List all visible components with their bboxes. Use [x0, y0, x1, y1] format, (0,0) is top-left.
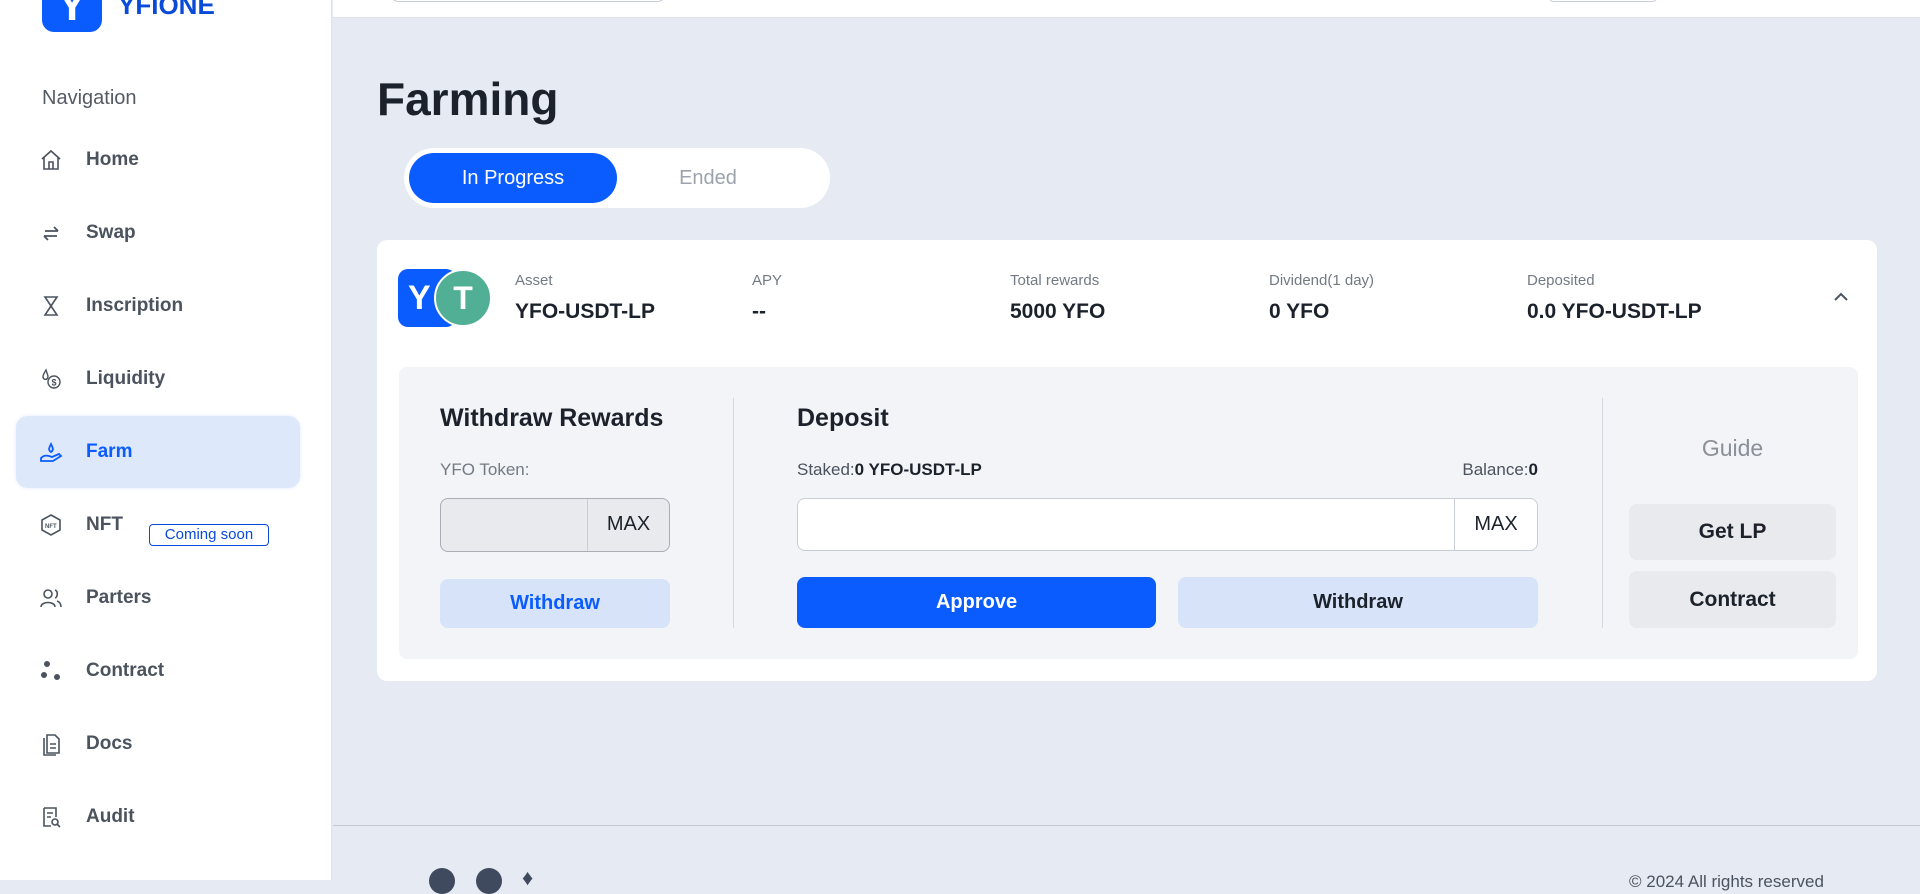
staked-info: Staked:0 YFO-USDT-LP [797, 460, 982, 480]
divider [733, 398, 734, 628]
page-title: Farming [377, 73, 559, 125]
balance-info: Balance:0 [1380, 460, 1538, 480]
staked-label: Staked: [797, 460, 855, 479]
footer-divider [333, 825, 1920, 826]
sidebar-item-label: Audit [86, 806, 135, 827]
rewards-max-button[interactable]: MAX [588, 499, 669, 551]
swap-icon [38, 220, 64, 246]
divider [1602, 398, 1603, 628]
chevron-up-icon[interactable] [1832, 288, 1850, 306]
github-icon[interactable] [476, 868, 502, 894]
asset-value: YFO-USDT-LP [515, 300, 655, 323]
sidebar-item-label: Home [86, 149, 139, 170]
sidebar-item-home[interactable]: Home [16, 124, 300, 196]
sidebar-item-contract[interactable]: Contract [16, 635, 300, 707]
home-icon [38, 147, 64, 173]
deposited-label: Deposited [1527, 272, 1595, 289]
docs-icon [38, 731, 64, 757]
liquidity-icon: $ [38, 366, 64, 392]
approve-button[interactable]: Approve [797, 577, 1156, 628]
staked-value: 0 YFO-USDT-LP [854, 460, 982, 479]
sidebar-item-liquidity[interactable]: $ Liquidity [16, 343, 300, 415]
farm-icon [38, 439, 64, 465]
sidebar-item-label: Liquidity [86, 368, 166, 389]
yfo-token-label: YFO Token: [440, 460, 530, 479]
top-bar [333, 0, 1920, 18]
sidebar-item-label: Inscription [86, 295, 184, 316]
nav-section-label: Navigation [42, 87, 137, 109]
sidebar-item-label: NFT [86, 514, 123, 535]
apy-value: -- [752, 300, 766, 323]
copyright: © 2024 All rights reserved [1629, 872, 1824, 891]
sidebar-item-swap[interactable]: Swap [16, 197, 300, 269]
rewards-amount-input[interactable] [441, 499, 588, 551]
svg-text:$: $ [52, 378, 57, 388]
balance-label: Balance: [1462, 460, 1529, 479]
sidebar-item-inscription[interactable]: Inscription [16, 270, 300, 342]
brand-name[interactable]: YFIONE [118, 0, 215, 21]
sidebar-item-docs[interactable]: Docs [16, 708, 300, 780]
balance-value: 0 [1528, 460, 1538, 479]
coming-soon-badge: Coming soon [149, 524, 269, 546]
dividend-value: 0 YFO [1269, 300, 1330, 323]
status-tabs: In Progress Ended [404, 148, 830, 208]
twitter-icon[interactable]: ♦ [522, 867, 548, 889]
withdraw-deposit-button[interactable]: Withdraw [1178, 577, 1538, 628]
deposit-amount-input[interactable] [798, 499, 1455, 550]
guide-title: Guide [1701, 435, 1764, 461]
nft-icon: NFT [38, 512, 64, 538]
deposit-title: Deposit [797, 404, 889, 432]
get-lp-button[interactable]: Get LP [1629, 504, 1836, 560]
sidebar: Y YFIONE Navigation Home Swap Inscription $… [0, 0, 332, 880]
deposit-amount-field: MAX [797, 498, 1538, 551]
contract-button[interactable]: Contract [1629, 571, 1836, 628]
users-icon [38, 585, 64, 611]
sidebar-item-farm[interactable]: Farm [16, 416, 300, 488]
sidebar-item-label: Swap [86, 222, 136, 243]
deposit-max-button[interactable]: MAX [1455, 499, 1537, 550]
audit-icon [38, 804, 64, 830]
brand-logo[interactable]: Y [42, 0, 102, 32]
total-rewards-label: Total rewards [1010, 272, 1100, 289]
sidebar-item-label: Docs [86, 733, 133, 754]
hourglass-icon [38, 293, 64, 319]
usdt-token-icon: T [434, 269, 492, 327]
telegram-icon[interactable] [429, 868, 455, 894]
contract-icon [38, 658, 64, 684]
asset-label: Asset [515, 272, 553, 289]
withdraw-rewards-title: Withdraw Rewards [440, 404, 664, 432]
sidebar-item-label: Parters [86, 587, 152, 608]
deposited-value: 0.0 YFO-USDT-LP [1527, 300, 1702, 323]
tab-ended[interactable]: Ended [604, 153, 812, 203]
sidebar-item-parters[interactable]: Parters [16, 562, 300, 634]
search-input[interactable] [388, 0, 668, 2]
sidebar-item-label: Contract [86, 660, 165, 681]
tab-in-progress[interactable]: In Progress [409, 153, 617, 203]
withdraw-rewards-button[interactable]: Withdraw [440, 579, 670, 628]
apy-label: APY [752, 272, 783, 289]
total-rewards-value: 5000 YFO [1010, 300, 1106, 323]
svg-text:NFT: NFT [45, 524, 57, 530]
connect-wallet-button[interactable] [1548, 0, 1658, 2]
sidebar-item-label: Farm [86, 441, 133, 462]
sidebar-item-audit[interactable]: Audit [16, 781, 300, 853]
rewards-amount-field: MAX [440, 498, 670, 552]
dividend-label: Dividend(1 day) [1269, 272, 1375, 289]
